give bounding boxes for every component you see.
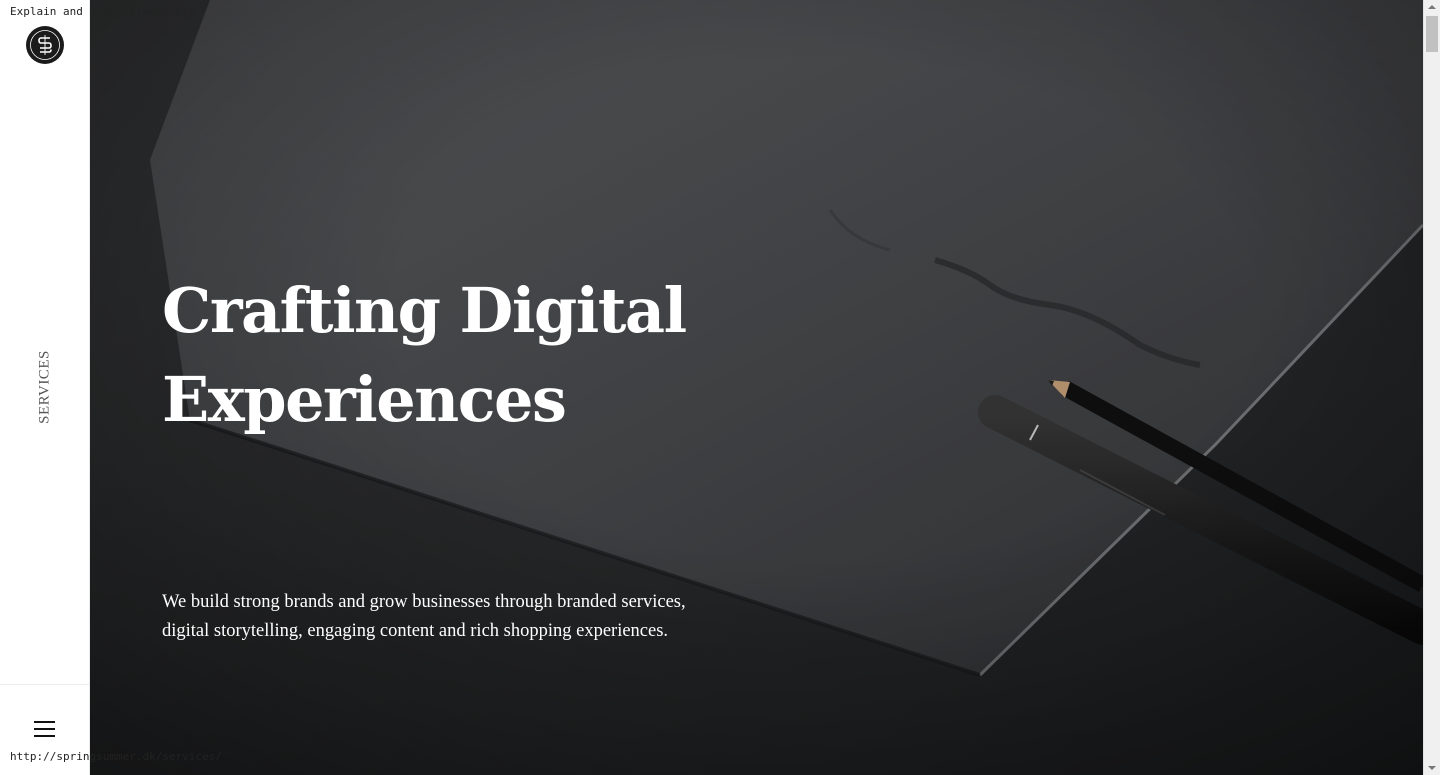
- sidebar: SERVICES: [0, 0, 90, 775]
- hamburger-menu-icon[interactable]: [34, 720, 56, 738]
- screenshot-tool-label: Explain and Send Screenshots: [10, 5, 196, 18]
- scroll-up-arrow-icon[interactable]: [1428, 5, 1436, 9]
- springsummer-monogram-logo-icon: [27, 27, 63, 63]
- scroll-thumb[interactable]: [1426, 16, 1438, 52]
- hero-description: We build strong brands and grow business…: [162, 588, 722, 646]
- scroll-down-arrow-icon[interactable]: [1428, 766, 1436, 770]
- hero-title: Crafting Digital Experiences: [162, 266, 862, 444]
- hero-title-line-1: Crafting Digital: [162, 274, 687, 347]
- logo[interactable]: [26, 26, 64, 64]
- page: SERVICES Crafting Digital Experiences We…: [0, 0, 1440, 775]
- hero-description-line-2: digital storytelling, engaging content a…: [162, 621, 669, 641]
- status-bar-url: http://springsummer.dk/services/: [10, 750, 222, 763]
- sidebar-divider: [0, 684, 90, 685]
- hero-section: Crafting Digital Experiences We build st…: [90, 0, 1423, 775]
- services-nav-link[interactable]: SERVICES: [37, 350, 54, 424]
- vertical-scrollbar[interactable]: [1423, 0, 1440, 775]
- hero-title-line-2: Experiences: [162, 363, 567, 436]
- hero-description-line-1: We build strong brands and grow business…: [162, 592, 686, 612]
